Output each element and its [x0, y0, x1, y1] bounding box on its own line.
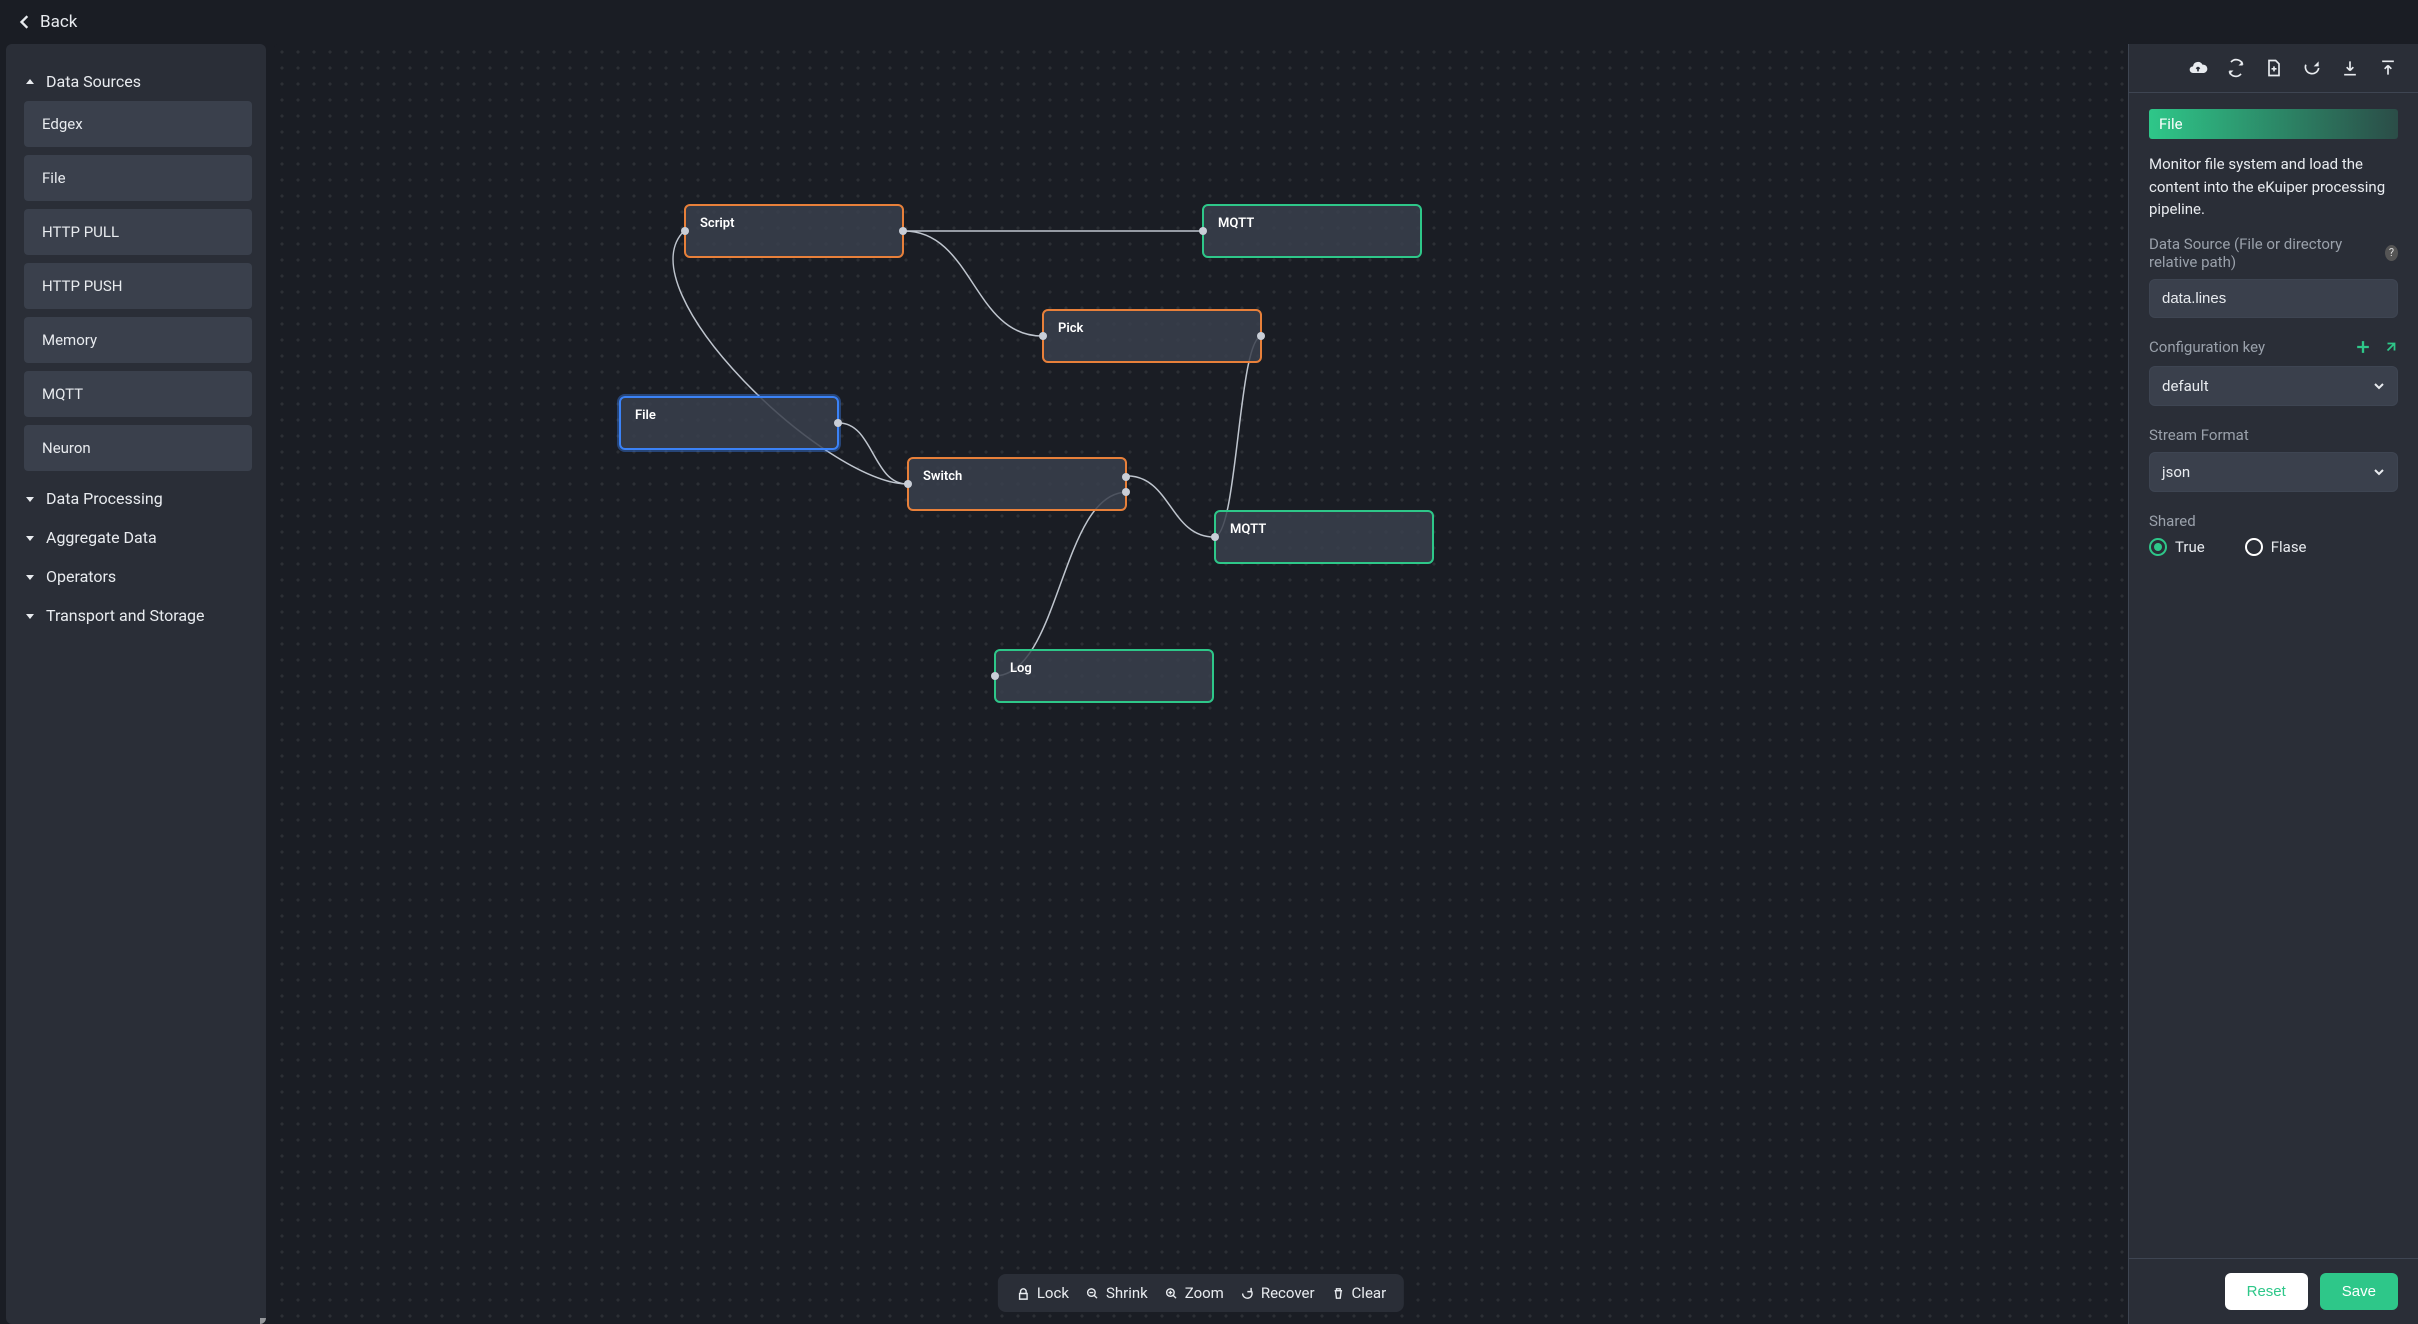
external-link-icon[interactable]: [2384, 340, 2398, 354]
node-label: Switch: [923, 469, 962, 484]
streamformat-label: Stream Format: [2149, 426, 2398, 444]
refresh-icon[interactable]: [2302, 58, 2322, 78]
chevron-left-icon: [18, 15, 32, 29]
source-item-http-push[interactable]: HTTP PUSH: [24, 263, 252, 309]
port[interactable]: [1257, 332, 1265, 340]
node-file[interactable]: File: [619, 396, 839, 450]
edge: [1127, 476, 1214, 537]
node-label: Script: [700, 216, 734, 231]
triangle-down-icon: [24, 572, 36, 582]
resize-handle[interactable]: [260, 1318, 266, 1324]
source-item-memory[interactable]: Memory: [24, 317, 252, 363]
node-label: Pick: [1058, 321, 1083, 336]
triangle-down-icon: [24, 533, 36, 543]
clear-icon: [1331, 1286, 1346, 1301]
shared-label: Shared: [2149, 512, 2398, 530]
sync-icon[interactable]: [2226, 58, 2246, 78]
source-item-http-pull[interactable]: HTTP PULL: [24, 209, 252, 255]
port[interactable]: [899, 227, 907, 235]
source-item-edgex[interactable]: Edgex: [24, 101, 252, 147]
port[interactable]: [904, 480, 912, 488]
node-mqtt1[interactable]: MQTT: [1202, 204, 1422, 258]
configkey-select[interactable]: default: [2149, 366, 2398, 406]
node-log[interactable]: Log: [994, 649, 1214, 703]
lock-icon: [1016, 1286, 1031, 1301]
node-description: Monitor file system and load the content…: [2149, 153, 2398, 221]
sidebar: Data SourcesEdgex File HTTP PULL HTTP PUSH M…: [6, 44, 266, 1324]
shared-true-radio[interactable]: True: [2149, 538, 2205, 556]
source-item-neuron[interactable]: Neuron: [24, 425, 252, 471]
port[interactable]: [1039, 332, 1047, 340]
cloud-upload-icon[interactable]: [2188, 58, 2208, 78]
triangle-up-icon: [24, 77, 36, 87]
port[interactable]: [834, 419, 842, 427]
port[interactable]: [1122, 473, 1130, 481]
port[interactable]: [1199, 227, 1207, 235]
reset-button[interactable]: Reset: [2225, 1273, 2308, 1310]
source-item-mqtt[interactable]: MQTT: [24, 371, 252, 417]
shrink-button[interactable]: Shrink: [1085, 1284, 1148, 1302]
zoom-button[interactable]: Zoom: [1164, 1284, 1224, 1302]
canvas-toolbar: Lock Shrink Zoom Recover Clear: [998, 1274, 1404, 1312]
node-switch[interactable]: Switch: [907, 457, 1127, 511]
properties-panel: File Monitor file system and load the co…: [2128, 44, 2418, 1324]
node-type-tag: File: [2149, 109, 2398, 139]
edge: [904, 231, 1042, 336]
node-label: MQTT: [1218, 216, 1254, 231]
back-button[interactable]: Back: [0, 0, 2418, 44]
node-label: Log: [1010, 661, 1032, 676]
lock-button[interactable]: Lock: [1016, 1284, 1069, 1302]
chevron-down-icon: [2373, 466, 2385, 478]
flow-canvas[interactable]: Lock Shrink Zoom Recover Clear Script File MQT…: [274, 44, 2128, 1324]
node-label: File: [635, 408, 656, 423]
sidebar-group-operators[interactable]: Operators: [20, 557, 252, 596]
node-mqtt2[interactable]: MQTT: [1214, 510, 1434, 564]
back-label: Back: [40, 12, 77, 32]
node-script[interactable]: Script: [684, 204, 904, 258]
save-button[interactable]: Save: [2320, 1273, 2398, 1310]
shrink-icon: [1085, 1286, 1100, 1301]
clear-button[interactable]: Clear: [1331, 1284, 1387, 1302]
edge: [839, 423, 907, 484]
source-item-file[interactable]: File: [24, 155, 252, 201]
port[interactable]: [681, 227, 689, 235]
chevron-down-icon: [2373, 380, 2385, 392]
triangle-down-icon: [24, 494, 36, 504]
port[interactable]: [991, 672, 999, 680]
download-icon[interactable]: [2340, 58, 2360, 78]
panel-top-actions: [2129, 44, 2418, 93]
sidebar-group-aggregate-data[interactable]: Aggregate Data: [20, 518, 252, 557]
sidebar-group-data-processing[interactable]: Data Processing: [20, 479, 252, 518]
sidebar-group-data-sources[interactable]: Data Sources: [20, 62, 252, 101]
node-label: MQTT: [1230, 522, 1266, 537]
datasource-label: Data Source (File or directory relative …: [2149, 235, 2398, 271]
new-file-icon[interactable]: [2264, 58, 2284, 78]
port[interactable]: [1211, 533, 1219, 541]
streamformat-select[interactable]: json: [2149, 452, 2398, 492]
recover-icon: [1240, 1286, 1255, 1301]
add-icon[interactable]: [2356, 340, 2370, 354]
triangle-down-icon: [24, 611, 36, 621]
port[interactable]: [1122, 488, 1130, 496]
shared-false-radio[interactable]: Flase: [2245, 538, 2307, 556]
configkey-label: Configuration key: [2149, 338, 2265, 356]
upload-icon[interactable]: [2378, 58, 2398, 78]
zoom-icon: [1164, 1286, 1179, 1301]
help-icon[interactable]: ?: [2385, 245, 2398, 261]
datasource-input[interactable]: [2149, 279, 2398, 318]
node-pick[interactable]: Pick: [1042, 309, 1262, 363]
sidebar-group-transport-and-storage[interactable]: Transport and Storage: [20, 596, 252, 635]
edge: [1214, 336, 1262, 537]
recover-button[interactable]: Recover: [1240, 1284, 1315, 1302]
